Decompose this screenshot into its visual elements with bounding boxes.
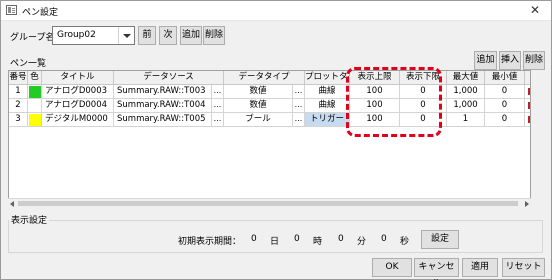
color-swatch[interactable]	[29, 100, 41, 112]
row-display-lower[interactable]: 0	[400, 99, 447, 112]
row-display-upper[interactable]: 100	[350, 85, 400, 98]
delete-pen-button[interactable]: 削除	[523, 51, 545, 70]
days-unit: 日	[270, 237, 280, 247]
row-overflow-marker	[528, 88, 530, 95]
next-group-button[interactable]: 次	[159, 26, 177, 45]
row-number: 1	[9, 85, 28, 98]
source-browse-button[interactable]: ...	[212, 85, 224, 98]
column-header-plot-type[interactable]: プロットタイプ	[305, 71, 350, 85]
days-value[interactable]: 0	[251, 234, 257, 244]
pen-table: 番号 色 タイトル データソース データタイプ プロットタイプ 表示上限 表示下…	[8, 70, 531, 205]
column-header-display-upper[interactable]: 表示上限	[350, 71, 400, 85]
row-number: 2	[9, 99, 28, 112]
row-min[interactable]: 0	[485, 99, 525, 112]
row-data-type[interactable]: 数値	[224, 99, 293, 112]
column-header-data-type[interactable]: データタイプ	[224, 71, 305, 85]
window-title: ペン設定	[22, 8, 59, 18]
column-header-display-lower[interactable]: 表示下限	[400, 71, 447, 85]
row-overflow-marker	[528, 116, 530, 123]
prev-group-button[interactable]: 前	[138, 26, 156, 45]
row-data-type[interactable]: 数値	[224, 85, 293, 98]
column-header-number[interactable]: 番号	[9, 71, 28, 85]
row-number: 3	[9, 113, 28, 126]
group-name-label: グループ名	[10, 33, 55, 43]
row-plot-type[interactable]: トリガー	[305, 113, 350, 126]
column-header-max[interactable]: 最大値	[447, 71, 485, 85]
pen-table-header: 番号 色 タイトル データソース データタイプ プロットタイプ 表示上限 表示下…	[9, 71, 530, 85]
scroll-right-icon[interactable]	[525, 201, 529, 207]
hours-unit: 時	[313, 237, 323, 247]
row-color-cell[interactable]	[28, 113, 42, 126]
hours-value[interactable]: 0	[294, 234, 300, 244]
row-display-upper[interactable]: 100	[350, 113, 400, 126]
row-overflow-marker	[528, 102, 530, 109]
table-row[interactable]: 3 デジタルM0000 Summary.RAW::T005 ... ブール ..…	[9, 113, 530, 127]
ok-button[interactable]: OK	[372, 258, 412, 277]
row-min[interactable]: 0	[485, 113, 525, 126]
row-plot-type[interactable]: 曲線	[305, 85, 350, 98]
row-data-type[interactable]: ブール	[224, 113, 293, 126]
cancel-button[interactable]: キャンセル	[414, 258, 459, 280]
add-pen-button[interactable]: 追加	[474, 51, 497, 70]
pen-list-title: ペン一覧	[10, 59, 47, 69]
row-display-upper[interactable]: 100	[350, 99, 400, 112]
column-header-title[interactable]: タイトル	[42, 71, 114, 85]
row-min[interactable]: 0	[485, 85, 525, 98]
column-header-data-source[interactable]: データソース	[114, 71, 224, 85]
insert-pen-button[interactable]: 挿入	[499, 51, 521, 70]
window-icon	[6, 5, 17, 15]
seconds-unit: 秒	[400, 237, 410, 247]
scroll-left-icon[interactable]	[10, 201, 14, 207]
row-display-lower[interactable]: 0	[400, 113, 447, 126]
data-type-browse-button[interactable]: ...	[293, 85, 305, 98]
initial-period-label: 初期表示期間：	[178, 237, 242, 247]
chevron-down-icon[interactable]	[118, 27, 134, 44]
horizontal-scrollbar[interactable]	[8, 198, 531, 208]
data-type-browse-button[interactable]: ...	[293, 113, 305, 126]
source-browse-button[interactable]: ...	[212, 113, 224, 126]
row-title[interactable]: アナログD0004	[42, 99, 114, 112]
column-header-color[interactable]: 色	[28, 71, 42, 85]
color-swatch[interactable]	[29, 86, 41, 98]
add-group-button[interactable]: 追加	[180, 26, 202, 45]
row-data-source[interactable]: Summary.RAW::T003	[114, 85, 212, 98]
display-settings-label: 表示設定	[9, 213, 50, 226]
row-color-cell[interactable]	[28, 85, 42, 98]
data-type-browse-button[interactable]: ...	[293, 99, 305, 112]
row-color-cell[interactable]	[28, 99, 42, 112]
row-title[interactable]: アナログD0003	[42, 85, 114, 98]
group-select[interactable]: Group02	[52, 26, 135, 45]
table-row[interactable]: 2 アナログD0004 Summary.RAW::T004 ... 数値 ...…	[9, 99, 530, 113]
row-plot-type[interactable]: 曲線	[305, 99, 350, 112]
color-swatch[interactable]	[29, 114, 41, 126]
row-max[interactable]: 1,000	[447, 99, 485, 112]
reset-button[interactable]: リセット	[502, 258, 545, 277]
period-settings-button[interactable]: 設定	[421, 230, 459, 249]
delete-group-button[interactable]: 削除	[203, 26, 225, 45]
apply-button[interactable]: 適用	[462, 258, 498, 277]
row-display-lower[interactable]: 0	[400, 85, 447, 98]
scroll-thumb[interactable]	[18, 201, 518, 206]
row-data-source[interactable]: Summary.RAW::T005	[114, 113, 212, 126]
close-icon[interactable]: ✕	[525, 3, 545, 18]
source-browse-button[interactable]: ...	[212, 99, 224, 112]
row-max[interactable]: 1,000	[447, 85, 485, 98]
minutes-unit: 分	[357, 237, 367, 247]
title-bar: ペン設定 ✕	[1, 1, 551, 21]
seconds-value[interactable]: 0	[381, 234, 387, 244]
table-row[interactable]: 1 アナログD0003 Summary.RAW::T003 ... 数値 ...…	[9, 85, 530, 99]
pen-settings-window: ペン設定 ✕ グループ名 Group02 前 次 追加 削除 ペン一覧 追加 挿…	[0, 0, 552, 280]
group-select-value: Group02	[57, 30, 96, 40]
row-title[interactable]: デジタルM0000	[42, 113, 114, 126]
minutes-value[interactable]: 0	[338, 234, 344, 244]
row-data-source[interactable]: Summary.RAW::T004	[114, 99, 212, 112]
column-header-min[interactable]: 最小値	[485, 71, 525, 85]
row-max[interactable]: 1	[447, 113, 485, 126]
